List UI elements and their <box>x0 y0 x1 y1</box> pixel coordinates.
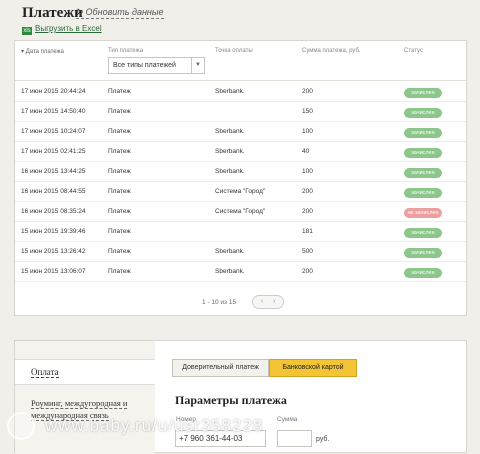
payment-params-title: Параметры платежа <box>175 393 287 407</box>
table-header: ▾ Дата платежа Тип платежа Точка оплаты … <box>15 41 466 81</box>
cell-date: 17 июн 2015 02:41:25 <box>21 148 86 155</box>
cell-point: Sberbank. <box>215 148 245 155</box>
export-excel-label[interactable]: Выгрузить в Excel <box>35 24 102 33</box>
cell-amount: 150 <box>302 108 313 115</box>
export-excel-link[interactable]: xls Выгрузить в Excel <box>22 24 102 35</box>
cell-type: Платеж <box>108 128 131 135</box>
cell-date: 17 июн 2015 10:24:07 <box>21 128 86 135</box>
table-row: 16 июн 2015 13:44:25 Платеж Sberbank. 100 за… <box>15 162 466 182</box>
cell-amount: 200 <box>302 188 313 195</box>
phone-label: Номер <box>176 416 197 423</box>
payment-nav: Оплата Роуминг, междугородная и междунар… <box>15 341 155 454</box>
table-row: 16 июн 2015 08:35:24 Платеж Система "Город… <box>15 202 466 222</box>
sum-label: Сумма <box>277 416 298 423</box>
table-row: 17 июн 2015 10:24:07 Платеж Sberbank. 100 за… <box>15 122 466 142</box>
cell-point: Sberbank. <box>215 88 245 95</box>
phone-input[interactable]: +7 960 361-44-03 <box>175 430 266 447</box>
tab-bank-card[interactable]: Банковской картой <box>269 359 357 377</box>
cell-type: Платеж <box>108 268 131 275</box>
cell-amount: 181 <box>302 228 313 235</box>
payment-panel: Оплата Роуминг, междугородная и междунар… <box>14 340 467 454</box>
cell-date: 16 июн 2015 13:44:25 <box>21 168 86 175</box>
column-header-type[interactable]: Тип платежа <box>108 48 143 54</box>
cell-amount: 200 <box>302 208 313 215</box>
status-badge: зачислен <box>404 188 442 198</box>
refresh-icon[interactable]: ↻ <box>76 7 84 17</box>
cell-point: Система "Город" <box>215 188 266 195</box>
cell-date: 15 июн 2015 13:26:42 <box>21 248 86 255</box>
status-badge: зачислен <box>404 228 442 238</box>
cell-point: Система "Город" <box>215 208 266 215</box>
cell-type: Платеж <box>108 168 131 175</box>
table-row: 15 июн 2015 13:26:42 Платеж Sberbank. 500 за… <box>15 242 466 262</box>
cell-type: Платеж <box>108 148 131 155</box>
sum-input[interactable] <box>277 430 312 447</box>
cell-amount: 500 <box>302 248 313 255</box>
cell-date: 17 июн 2015 20:44:24 <box>21 88 86 95</box>
column-header-amount[interactable]: Сумма платежа, руб. <box>302 48 361 54</box>
status-badge: зачислен <box>404 108 442 118</box>
payment-type-select[interactable]: Все типы платежей ▼ <box>108 57 205 74</box>
column-header-date-label[interactable]: Дата платежа <box>26 49 64 55</box>
cell-point: Sberbank. <box>215 128 245 135</box>
cell-amount: 200 <box>302 88 313 95</box>
cell-amount: 100 <box>302 168 313 175</box>
status-badge: зачислен <box>404 88 442 98</box>
pagination-buttons[interactable]: ‹ › <box>252 295 284 309</box>
cell-type: Платеж <box>108 88 131 95</box>
payments-table: ▾ Дата платежа Тип платежа Точка оплаты … <box>14 40 467 316</box>
table-row: 17 июн 2015 20:44:24 Платеж Sberbank. 200 за… <box>15 82 466 102</box>
status-badge: зачислен <box>404 248 442 258</box>
excel-icon[interactable]: xls <box>22 27 32 35</box>
cell-amount: 100 <box>302 128 313 135</box>
tab-trust-payment[interactable]: Доверительный платеж <box>172 359 269 377</box>
cell-type: Платеж <box>108 228 131 235</box>
nav-item-roaming-label[interactable]: Роуминг, междугородная и международная с… <box>31 398 128 421</box>
table-body: 17 июн 2015 20:44:24 Платеж Sberbank. 200 за… <box>15 82 466 282</box>
cell-amount: 200 <box>302 268 313 275</box>
status-badge: зачислен <box>404 128 442 138</box>
refresh-label[interactable]: Обновить данные <box>86 7 164 17</box>
column-header-date[interactable]: ▾ Дата платежа <box>21 48 64 55</box>
column-header-point[interactable]: Точка оплаты <box>215 48 253 54</box>
cell-date: 16 июн 2015 08:44:55 <box>21 188 86 195</box>
cell-date: 16 июн 2015 08:35:24 <box>21 208 86 215</box>
next-page-icon[interactable]: › <box>273 298 275 305</box>
cell-date: 15 июн 2015 19:39:46 <box>21 228 86 235</box>
nav-item-payment[interactable]: Оплата <box>15 359 155 385</box>
column-header-status[interactable]: Статус <box>404 48 423 54</box>
status-badge: зачислен <box>404 168 442 178</box>
chevron-down-icon[interactable]: ▼ <box>191 58 204 73</box>
table-row: 17 июн 2015 02:41:25 Платеж Sberbank. 40 зач… <box>15 142 466 162</box>
table-row: 15 июн 2015 13:06:07 Платеж Sberbank. 200 за… <box>15 262 466 282</box>
pagination-info: 1 - 10 из 15 <box>202 299 237 306</box>
payment-type-select-value[interactable]: Все типы платежей <box>113 62 176 69</box>
cell-point: Sberbank. <box>215 168 245 175</box>
cell-point: Sberbank. <box>215 268 245 275</box>
table-row: 15 июн 2015 19:39:46 Платеж 181 зачислен <box>15 222 466 242</box>
status-badge: зачислен <box>404 148 442 158</box>
page-header: Платежи ↻ Обновить данные xls Выгрузить в … <box>0 0 480 40</box>
currency-label: руб. <box>316 436 330 443</box>
cell-amount: 40 <box>302 148 310 155</box>
page-title: Платежи <box>22 5 83 21</box>
status-badge: зачислен <box>404 268 442 278</box>
prev-page-icon[interactable]: ‹ <box>261 298 263 305</box>
nav-item-roaming[interactable]: Роуминг, междугородная и международная с… <box>31 397 151 421</box>
refresh-link[interactable]: ↻ Обновить данные <box>76 7 164 19</box>
cell-point: Sberbank. <box>215 248 245 255</box>
pagination: 1 - 10 из 15 ‹ › <box>15 291 466 311</box>
table-row: 16 июн 2015 08:44:55 Платеж Система "Город… <box>15 182 466 202</box>
table-row: 17 июн 2015 14:50:40 Платеж 150 зачислен <box>15 102 466 122</box>
cell-date: 17 июн 2015 14:50:40 <box>21 108 86 115</box>
cell-date: 15 июн 2015 13:06:07 <box>21 268 86 275</box>
cell-type: Платеж <box>108 248 131 255</box>
status-badge: не зачислен <box>404 208 442 218</box>
nav-item-payment-label[interactable]: Оплата <box>31 367 59 378</box>
cell-type: Платеж <box>108 188 131 195</box>
cell-type: Платеж <box>108 208 131 215</box>
cell-type: Платеж <box>108 108 131 115</box>
